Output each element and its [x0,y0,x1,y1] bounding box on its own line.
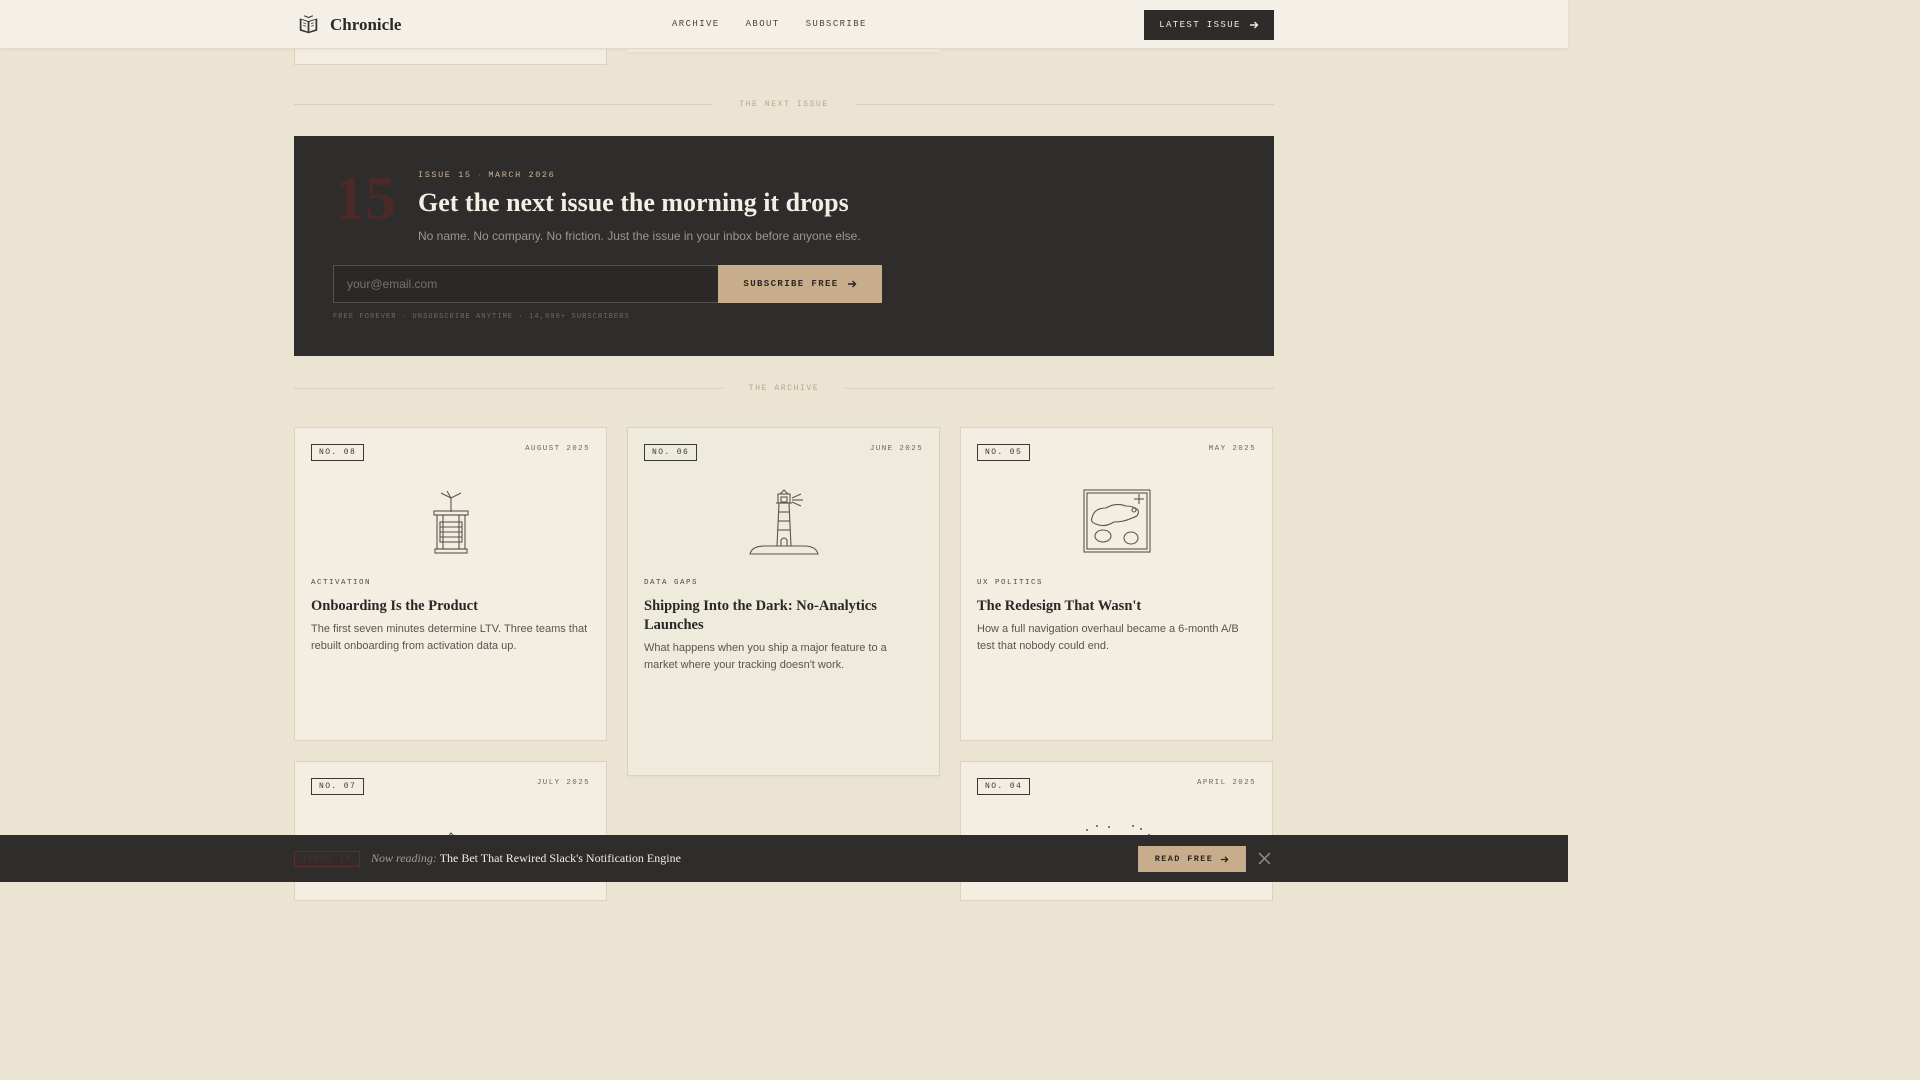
map-icon [1082,489,1151,553]
section-label: THE ARCHIVE [748,383,820,393]
arrow-right-icon [847,280,857,288]
well-icon [432,490,469,554]
issue-number-badge: NO. 04 [977,778,1031,795]
nav-archive[interactable]: ARCHIVE [672,19,720,29]
nav-subscribe[interactable]: SUBSCRIBE [806,19,867,29]
subscribe-fineprint: FREE FOREVER · UNSUBSCRIBE ANYTIME · 14,… [333,313,630,321]
issue-meta-date: MARCH 2026 [488,170,556,180]
lighthouse-icon [748,489,819,555]
brand-link[interactable]: Chronicle [298,14,401,35]
brand-name: Chronicle [330,14,402,34]
now-reading-label: Now reading: [371,851,437,865]
nav-about[interactable]: ABOUT [746,19,780,29]
issue-meta: ISSUE 15 · MARCH 2026 [418,170,555,180]
read-free-button[interactable]: READ FREE [1138,846,1246,872]
issue-meta-issue: ISSUE 15 [418,170,472,180]
card-illustration [628,488,939,558]
issue-date: AUGUST 2025 [525,445,590,453]
issue-description: How a full navigation overhaul became a … [977,623,1239,652]
card-illustration [295,488,606,558]
issue-number-badge: NO. 05 [977,444,1031,461]
divider-line [294,103,714,105]
issue-number-badge: ISSUE 16 [294,851,360,867]
issue-number-badge: NO. 08 [311,444,365,461]
section-divider-archive: THE ARCHIVE [294,382,1275,394]
issue-tag: DATA GAPS [644,579,699,587]
now-reading-title: The Bet That Rewired Slack's Notificatio… [439,851,681,865]
divider-line [845,387,1275,389]
issue-card[interactable]: NO. 05 MAY 2025 UX POLITICS The Redesign… [960,427,1273,741]
latest-issue-button[interactable]: LATEST ISSUE [1144,10,1274,40]
divider-line [294,387,723,389]
section-divider-next-issue: THE NEXT ISSUE [294,98,1274,110]
issue-description: What happens when you ship a major featu… [644,642,887,671]
issue-date: JUNE 2025 [869,445,923,453]
open-book-icon [299,15,318,34]
arrow-right-icon [1249,21,1259,29]
arrow-right-icon [1221,855,1229,863]
email-field[interactable] [333,265,719,303]
now-reading-text[interactable]: Now reading: The Bet That Rewired Slack'… [371,851,681,866]
now-reading-bar: ISSUE 16 Now reading: The Bet That Rewir… [0,835,1568,882]
card-illustration [961,488,1272,558]
issue-title[interactable]: Shipping Into the Dark: No-Analytics Lau… [644,597,923,635]
issue-number-large: 15 [334,165,396,233]
site-header: Chronicle ARCHIVE ABOUT SUBSCRIBE LATEST… [0,0,1568,49]
subscribe-free-label: SUBSCRIBE FREE [743,279,839,289]
latest-issue-label: LATEST ISSUE [1159,20,1241,30]
read-free-label: READ FREE [1154,854,1214,864]
close-icon[interactable] [1258,852,1271,865]
issue-date: MAY 2025 [1208,445,1256,453]
issue-date: APRIL 2025 [1196,779,1256,787]
issue-description: The first seven minutes determine LTV. T… [311,623,588,652]
subscribe-free-button[interactable]: SUBSCRIBE FREE [718,265,882,303]
issue-tag: UX POLITICS [977,579,1044,587]
divider-line [854,103,1274,105]
meta-separator: · [476,170,484,180]
issue-number-badge: NO. 06 [644,444,698,461]
next-issue-panel: 15 ISSUE 15 · MARCH 2026 Get the next issu… [294,136,1274,356]
issue-tag: ACTIVATION [311,579,372,587]
issue-card[interactable]: NO. 06 JUNE 2025 DATA GAPS Shipping Into… [627,427,940,776]
issue-title[interactable]: The Redesign That Wasn't [977,597,1256,616]
issue-card[interactable]: NO. 08 AUGUST 2025 ACTIVATION Onboarding… [294,427,607,741]
next-issue-subtitle: No name. No company. No friction. Just t… [418,229,861,243]
section-label: THE NEXT ISSUE [739,99,829,109]
next-issue-title: Get the next issue the morning it drops [418,188,849,217]
issue-number-badge: NO. 07 [311,778,365,795]
issue-title[interactable]: Onboarding Is the Product [311,597,590,616]
main-nav: ARCHIVE ABOUT SUBSCRIBE [672,19,867,29]
issue-date: JULY 2025 [536,779,590,787]
